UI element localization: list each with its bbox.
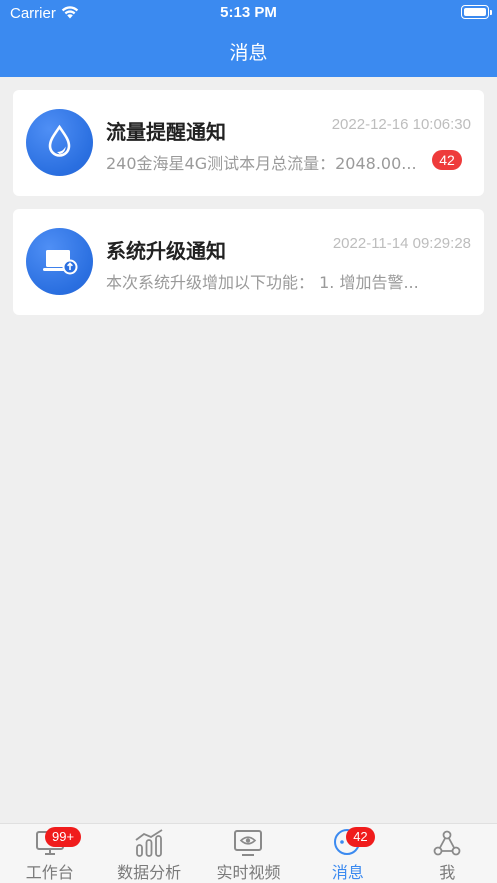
message-title: 系统升级通知 (106, 239, 226, 263)
water-drop-icon (26, 109, 93, 176)
unread-count-badge: 42 (432, 150, 462, 170)
bar-chart-icon (133, 828, 165, 862)
message-time: 2022-11-14 09:29:28 (332, 235, 471, 252)
top-bar: Carrier 5:13 PM 消息 (0, 0, 497, 77)
message-time: 2022-12-16 10:06:30 (331, 116, 471, 133)
tab-badge: 99+ (45, 827, 82, 847)
message-item-system-upgrade[interactable]: 系统升级通知 2022-11-14 09:29:28 本次系统升级增加以下功能：… (13, 209, 484, 315)
system-upgrade-icon (26, 228, 93, 295)
message-preview: 本次系统升级增加以下功能： 1. 增加告警... (106, 273, 419, 292)
profile-network-icon (431, 828, 463, 862)
message-preview: 240金海星4G测试本月总流量：2048.00... (106, 154, 417, 173)
message-item-traffic-alert[interactable]: 流量提醒通知 2022-12-16 10:06:30 240金海星4G测试本月总… (13, 90, 484, 196)
tab-label: 实时视频 (216, 863, 281, 882)
battery-icon (461, 5, 492, 19)
tab-label: 我 (439, 863, 456, 882)
page-title: 消息 (229, 42, 268, 64)
status-bar: Carrier 5:13 PM (0, 0, 497, 26)
status-time: 5:13 PM (220, 4, 277, 21)
tab-live-video[interactable]: 实时视频 (199, 824, 298, 883)
tab-messages[interactable]: 42 消息 (298, 824, 397, 883)
bottom-tab-bar: 99+ 工作台 数据分析 实时视频 42 消息 我 (0, 823, 497, 883)
tab-me[interactable]: 我 (398, 824, 497, 883)
tab-label: 消息 (331, 863, 364, 882)
message-title: 流量提醒通知 (106, 120, 226, 144)
tab-workbench[interactable]: 99+ 工作台 (0, 824, 99, 883)
tab-label: 工作台 (25, 863, 74, 882)
video-monitor-icon (232, 828, 264, 862)
tab-label: 数据分析 (117, 863, 182, 882)
tab-data-analysis[interactable]: 数据分析 (99, 824, 198, 883)
tab-badge: 42 (346, 827, 375, 847)
